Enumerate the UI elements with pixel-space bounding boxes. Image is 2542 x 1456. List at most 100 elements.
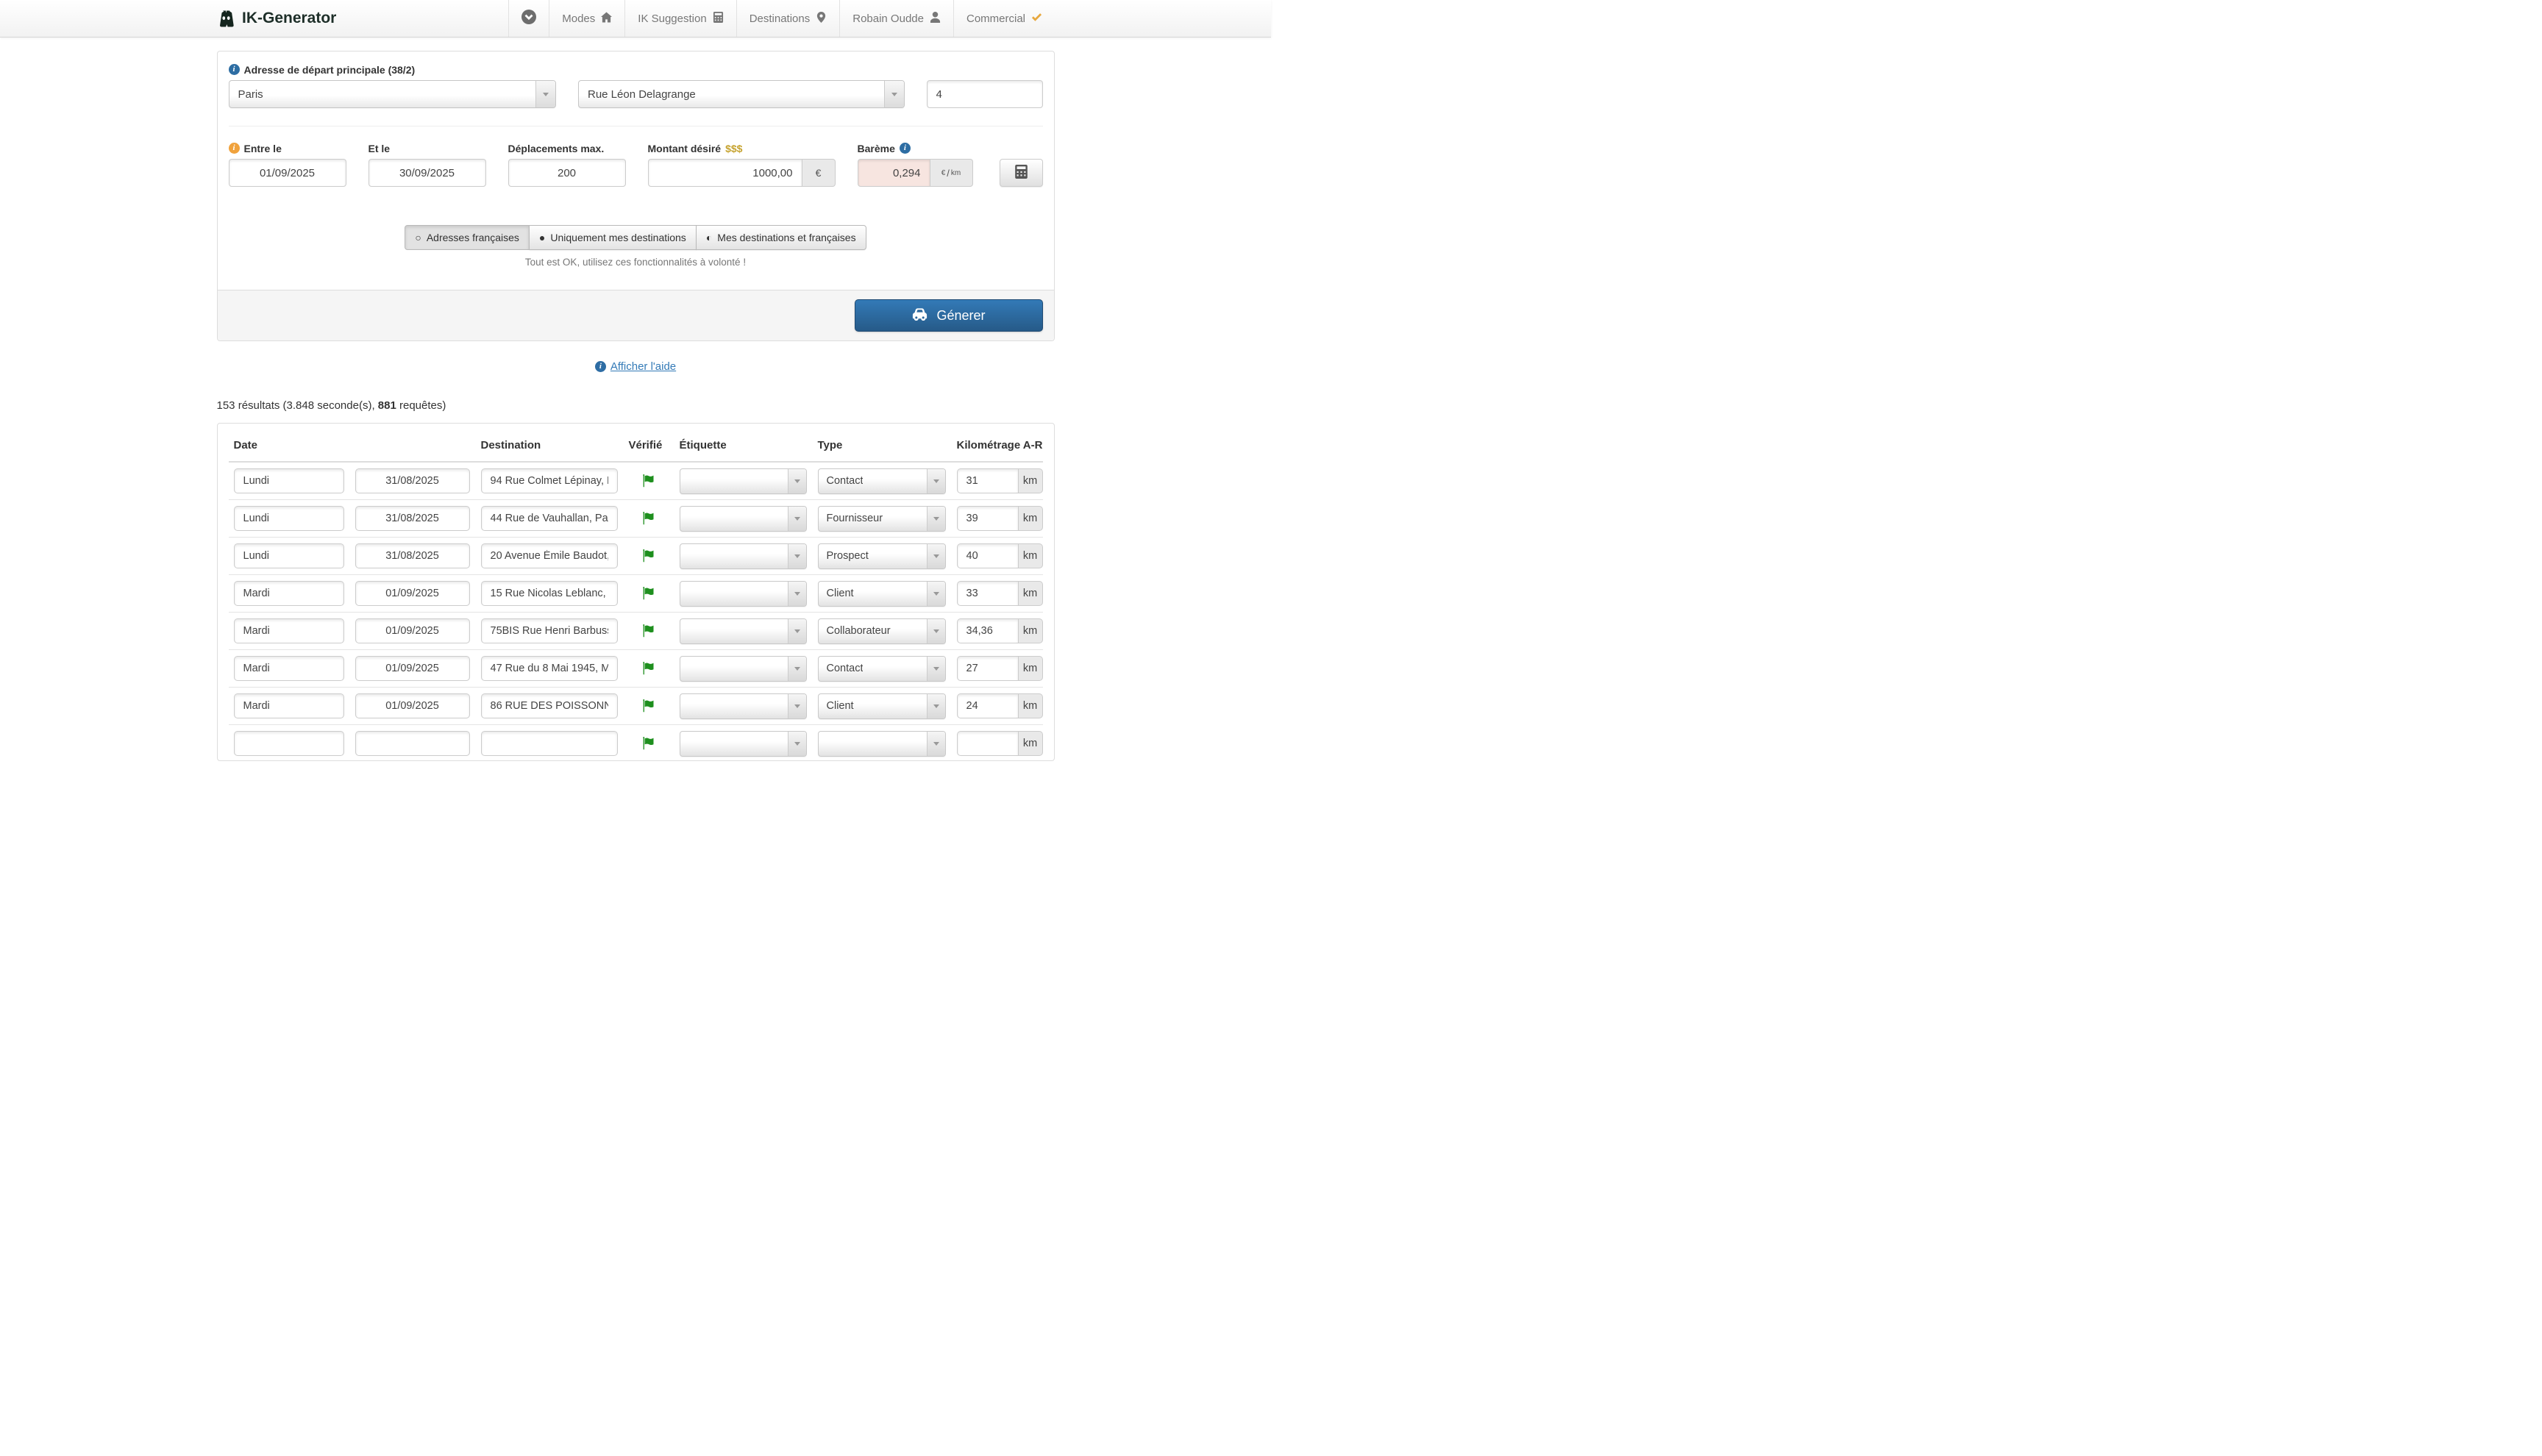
destination-input[interactable]: [481, 731, 618, 756]
date-to-label: Et le: [369, 143, 391, 154]
etiquette-select[interactable]: [680, 581, 807, 607]
rate-unit-addon: €/km: [930, 159, 973, 187]
destination-input[interactable]: [481, 618, 618, 643]
km-input[interactable]: [957, 693, 1019, 718]
mode-my-destinations-and-french-button[interactable]: ◐ Mes destinations et françaises: [696, 225, 866, 250]
date-input[interactable]: [355, 543, 470, 568]
chevron-down-icon: [884, 81, 904, 107]
rate-input[interactable]: [858, 159, 930, 187]
type-select[interactable]: Contact: [818, 468, 946, 494]
date-input[interactable]: [355, 581, 470, 606]
date-input[interactable]: [355, 656, 470, 681]
day-input[interactable]: [234, 468, 344, 493]
day-input[interactable]: [234, 656, 344, 681]
chevron-down-icon: [927, 582, 945, 606]
destination-input[interactable]: [481, 693, 618, 718]
date-input[interactable]: [355, 506, 470, 531]
etiquette-select[interactable]: [680, 618, 807, 644]
chevron-down-icon: [927, 732, 945, 756]
etiquette-select[interactable]: [680, 731, 807, 757]
amount-label: Montant désiré: [648, 143, 722, 154]
max-trips-input[interactable]: [508, 159, 626, 187]
verified-flag-icon: [643, 474, 655, 488]
destination-input[interactable]: [481, 468, 618, 493]
km-input[interactable]: [957, 468, 1019, 493]
chevron-down-icon: [788, 619, 806, 643]
chevron-down-icon: [927, 469, 945, 493]
type-select[interactable]: Contact: [818, 656, 946, 682]
destination-input[interactable]: [481, 543, 618, 568]
type-select[interactable]: Fournisseur: [818, 506, 946, 532]
nav-item-user[interactable]: Robain Oudde: [839, 0, 953, 37]
km-input[interactable]: [957, 731, 1019, 756]
desired-amount-input[interactable]: [648, 159, 802, 187]
street-select[interactable]: Rue Léon Delagrange: [578, 80, 905, 108]
km-input[interactable]: [957, 506, 1019, 531]
type-select[interactable]: [818, 731, 946, 757]
destination-input[interactable]: [481, 656, 618, 681]
nav-item-ik-suggestion[interactable]: IK Suggestion: [624, 0, 736, 37]
day-input[interactable]: [234, 731, 344, 756]
destination-input[interactable]: [481, 506, 618, 531]
date-input[interactable]: [355, 468, 470, 493]
verified-flag-icon: [643, 624, 655, 638]
street-number-input[interactable]: [927, 80, 1043, 108]
chevron-down-icon: [788, 694, 806, 718]
mode-only-my-destinations-button[interactable]: ● Uniquement mes destinations: [529, 225, 697, 250]
generate-button[interactable]: Génerer: [855, 299, 1043, 332]
etiquette-select[interactable]: [680, 506, 807, 532]
date-from-input[interactable]: [229, 159, 346, 187]
km-unit-addon: km: [1019, 468, 1043, 493]
km-input[interactable]: [957, 581, 1019, 606]
mode-button-group: ○ Adresses françaises ● Uniquement mes d…: [405, 225, 866, 250]
app-logo[interactable]: IK-Generator: [216, 9, 336, 29]
km-input[interactable]: [957, 618, 1019, 643]
etiquette-select[interactable]: [680, 468, 807, 494]
nav-collapse-button[interactable]: [508, 0, 549, 37]
day-input[interactable]: [234, 543, 344, 568]
nav-item-destinations[interactable]: Destinations: [736, 0, 840, 37]
table-rows: Contact km Fournisseur km: [229, 463, 1043, 761]
etiquette-select[interactable]: [680, 693, 807, 719]
day-input[interactable]: [234, 693, 344, 718]
nav-item-label: Commercial: [966, 13, 1025, 25]
info-icon-orange[interactable]: [229, 143, 240, 154]
nav-item-commercial[interactable]: Commercial: [953, 0, 1055, 37]
date-input[interactable]: [355, 618, 470, 643]
type-select[interactable]: Client: [818, 581, 946, 607]
help-link-label: Afficher l'aide: [610, 360, 676, 373]
chevron-down-icon: [788, 507, 806, 531]
km-input[interactable]: [957, 543, 1019, 568]
info-icon[interactable]: [229, 64, 240, 75]
mode-french-addresses-button[interactable]: ○ Adresses françaises: [405, 225, 530, 250]
km-input[interactable]: [957, 656, 1019, 681]
rate-calculator-button[interactable]: [1000, 159, 1043, 187]
chevron-down-icon: [535, 81, 555, 107]
info-icon[interactable]: [900, 143, 911, 154]
etiquette-select[interactable]: [680, 543, 807, 569]
day-input[interactable]: [234, 581, 344, 606]
day-input[interactable]: [234, 506, 344, 531]
chevron-down-icon: [927, 507, 945, 531]
nav-item-modes[interactable]: Modes: [549, 0, 624, 37]
show-help-link[interactable]: Afficher l'aide: [595, 360, 676, 373]
calculator-icon: [1015, 165, 1028, 181]
euro-addon: €: [802, 159, 836, 187]
circle-outline-icon: ○: [415, 232, 421, 243]
km-unit-addon: km: [1019, 581, 1043, 606]
table-row: Client km: [229, 688, 1043, 725]
date-input[interactable]: [355, 731, 470, 756]
type-select[interactable]: Prospect: [818, 543, 946, 569]
user-icon: [930, 12, 941, 26]
day-input[interactable]: [234, 618, 344, 643]
info-icon: [595, 361, 606, 372]
date-from-label: Entre le: [244, 143, 282, 154]
type-select[interactable]: Collaborateur: [818, 618, 946, 644]
destination-input[interactable]: [481, 581, 618, 606]
city-value: Paris: [238, 88, 263, 101]
date-input[interactable]: [355, 693, 470, 718]
date-to-input[interactable]: [369, 159, 486, 187]
etiquette-select[interactable]: [680, 656, 807, 682]
city-select[interactable]: Paris: [229, 80, 557, 108]
type-select[interactable]: Client: [818, 693, 946, 719]
